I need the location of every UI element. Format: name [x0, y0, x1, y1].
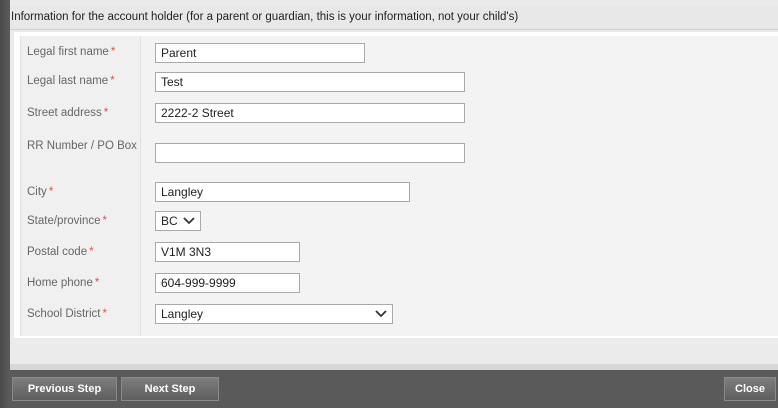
row-school-district: School District * Langley: [21, 303, 778, 325]
school-district-value: Langley: [161, 307, 204, 321]
previous-step-button[interactable]: Previous Step: [12, 377, 117, 401]
school-district-select[interactable]: Langley: [155, 304, 393, 324]
home-phone-label: Home phone *: [27, 277, 100, 289]
required-marker: *: [110, 75, 115, 87]
row-home-phone: Home phone *: [21, 272, 778, 294]
state-province-select[interactable]: BC: [155, 211, 201, 231]
required-marker: *: [48, 186, 54, 198]
section-title: Information for the account holder (for …: [11, 11, 519, 23]
state-province-value: BC: [161, 214, 178, 228]
row-last-name: Legal last name *: [21, 71, 778, 93]
home-phone-input[interactable]: [155, 273, 300, 293]
street-address-label: Street address *: [27, 107, 109, 119]
row-postal-code: Postal code *: [21, 241, 778, 263]
postal-code-input[interactable]: [155, 242, 300, 262]
school-district-label: School District *: [27, 308, 107, 320]
row-first-name: Legal first name *: [21, 42, 778, 64]
required-marker: *: [89, 246, 94, 258]
next-step-button[interactable]: Next Step: [121, 377, 219, 401]
section-header: Information for the account holder (for …: [10, 6, 778, 30]
row-rr-po-box: RR Number / PO Box: [21, 138, 778, 168]
form-grid: Legal first name* Legal last name* Stree…: [20, 36, 778, 336]
postal-code-label: Postal code *: [27, 246, 94, 258]
first-name-label: Legal first name *: [27, 46, 116, 58]
required-marker: *: [103, 107, 109, 119]
required-marker: *: [102, 308, 107, 320]
state-province-label: State/province *: [27, 215, 107, 227]
row-street-address: Street address *: [21, 102, 778, 124]
last-name-label: Legal last name *: [27, 75, 115, 87]
wizard-footer: Previous Step Next Step Close: [10, 370, 778, 408]
city-input[interactable]: [155, 182, 410, 202]
row-state-province: State/province * BC: [21, 210, 778, 232]
account-holder-form: Legal first name* Legal last name* Stree…: [14, 32, 778, 338]
required-marker: *: [110, 46, 116, 58]
chevron-down-icon: [183, 217, 195, 225]
row-city: City *: [21, 181, 778, 203]
required-marker: *: [94, 277, 100, 289]
last-name-input[interactable]: [155, 72, 465, 92]
rr-po-box-input[interactable]: [155, 143, 465, 163]
left-rail: [0, 0, 10, 408]
close-button[interactable]: Close: [724, 377, 776, 401]
city-label: City *: [27, 186, 54, 198]
rr-po-box-label: RR Number / PO Box: [27, 140, 137, 152]
street-address-input[interactable]: [155, 103, 465, 123]
required-marker: *: [102, 215, 107, 227]
first-name-input[interactable]: [155, 43, 365, 63]
chevron-down-icon: [375, 310, 387, 318]
